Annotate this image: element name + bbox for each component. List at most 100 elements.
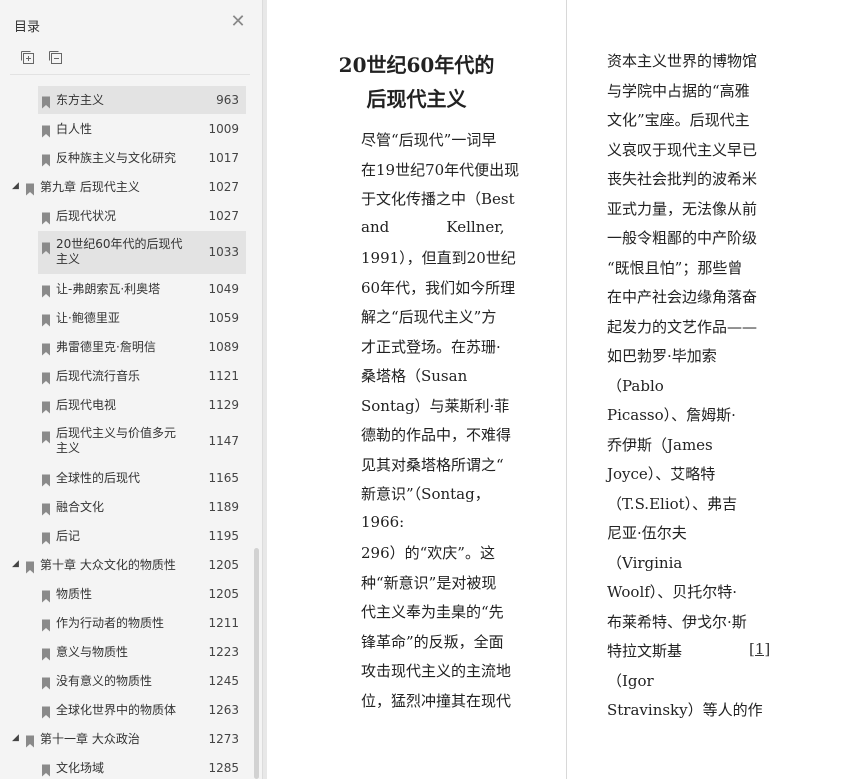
bookmark-icon — [41, 341, 53, 355]
toc-entry[interactable]: 全球化世界中的物质体 1263 — [0, 696, 250, 725]
toc-entry-label: 后现代电视 — [56, 397, 117, 412]
toc-page-number: 1263 — [208, 702, 239, 717]
toc-entry[interactable]: 物质性 1205 — [0, 580, 250, 609]
toc-entry[interactable]: 后记 1195 — [0, 522, 250, 551]
toc-page-number: 1285 — [208, 760, 239, 775]
toc-entry-label: 20世纪60年代的后现代 主义 — [56, 237, 183, 267]
toc-entry-label: 后现代流行音乐 — [56, 368, 141, 383]
toc-entry[interactable]: 意义与物质性 1223 — [0, 638, 250, 667]
expanded-caret-icon[interactable]: ◢ — [12, 733, 19, 743]
body-text-line: 种“新意识”是对被现 — [361, 573, 497, 592]
bookmark-icon — [41, 94, 53, 108]
body-text-line: 德勒的作品中，不难得 — [361, 426, 512, 444]
toc-entry[interactable]: 后现代电视 1129 — [0, 391, 250, 420]
book-page-right: 资本主义世界的博物馆 与学院中占据的“高雅 文化”宝座。后现代主 义哀叹于现代主义早已… — [567, 0, 857, 779]
toc-page-number: 1195 — [208, 528, 239, 543]
expanded-caret-icon[interactable]: ◢ — [12, 559, 19, 569]
body-text-line: Sontag）与莱斯利·菲 — [361, 396, 510, 415]
body-text-line: 桑塔格（Susan — [361, 367, 468, 385]
bookmark-icon — [41, 762, 53, 776]
toc-page-number: 1205 — [208, 586, 239, 601]
toc-entry[interactable]: 后现代主义与价值多元 主义 1147 — [0, 420, 250, 464]
toc-chapter[interactable]: ◢ 第九章 后现代主义 1027 — [0, 173, 250, 202]
toc-entry-label: 东方主义 — [56, 92, 105, 107]
toc-entry[interactable]: 没有意义的物质性 1245 — [0, 667, 250, 696]
toc-entry-label: 弗雷德里克·詹明信 — [56, 339, 156, 354]
body-text-line: 义哀叹于现代主义早已 — [607, 140, 758, 159]
toc-page-number: 1049 — [208, 281, 239, 296]
toc-page-number: 1089 — [208, 339, 239, 354]
body-text-line: 60年代，我们如今所理 — [361, 278, 516, 297]
toc-page-number: 1245 — [208, 673, 239, 688]
toc-entry[interactable]: 20世纪60年代的后现代 主义 1033 — [0, 231, 250, 275]
toc-entry-label: 后现代主义与价值多元 主义 — [56, 426, 176, 456]
footnote-link[interactable]: [1] — [749, 640, 770, 658]
body-text-line: and Kellner, — [361, 217, 505, 236]
expanded-caret-icon[interactable]: ◢ — [12, 181, 19, 191]
body-text-line: 一般令粗鄙的中产阶级 — [607, 229, 758, 247]
bookmark-icon — [41, 429, 53, 444]
body-text-line: 才正式登场。在苏珊· — [361, 337, 501, 356]
body-text-line: （T.S.Eliot）、弗吉 — [607, 494, 738, 513]
body-text-line: 丧失社会批判的波希米 — [607, 170, 758, 188]
bookmark-icon — [41, 283, 53, 297]
toc-entry-label: 反种族主义与文化研究 — [56, 150, 177, 165]
toc-entry-label: 第九章 后现代主义 — [40, 179, 140, 194]
body-text-line: “既恨且怕”；那些曾 — [607, 258, 743, 277]
toc-entry[interactable]: 弗雷德里克·詹明信 1089 — [0, 333, 250, 362]
toc-entry[interactable]: 后现代流行音乐 1121 — [0, 362, 250, 391]
toc-list: 东方主义 963 白人性 1009 反种族主义与文化研究 1017 ◢ 第九章 后现代主义 10… — [0, 0, 262, 779]
body-text-line: 在中产社会边缘角落奋 — [607, 288, 758, 306]
toc-entry-label: 全球性的后现代 — [56, 470, 141, 485]
bookmark-icon — [41, 123, 53, 137]
toc-entry[interactable]: 作为行动者的物质性 1211 — [0, 609, 250, 638]
toc-page-number: 1027 — [208, 208, 239, 223]
toc-page-number: 963 — [216, 92, 239, 107]
bookmark-icon — [41, 530, 53, 544]
body-text-line: 于文化传播之中（Best — [361, 190, 515, 208]
toc-entry-label: 第十章 大众文化的物质性 — [40, 557, 176, 572]
bookmark-icon — [41, 675, 53, 689]
bookmark-icon — [41, 588, 53, 602]
body-text-line: 1966: — [361, 512, 405, 531]
toc-page-number: 1273 — [208, 731, 239, 746]
toc-page-number: 1121 — [208, 368, 239, 383]
toc-scrollbar[interactable] — [254, 548, 259, 779]
body-text-line: Joyce）、艾略特 — [607, 465, 716, 483]
body-text-line: 攻击现代主义的主流地 — [361, 662, 512, 680]
toc-entry[interactable]: 融合文化 1189 — [0, 493, 250, 522]
toc-entry-label: 后现代状况 — [56, 208, 117, 223]
body-text-line: 解之“后现代主义”方 — [361, 308, 497, 326]
bookmark-icon — [41, 472, 53, 486]
body-text-line: （Pablo — [607, 376, 664, 395]
bookmark-icon — [25, 733, 37, 747]
toc-page-number: 1205 — [208, 557, 239, 572]
bookmark-icon — [41, 704, 53, 718]
toc-entry-label: 白人性 — [56, 121, 93, 136]
toc-entry[interactable]: 全球性的后现代 1165 — [0, 464, 250, 493]
toc-entry[interactable]: 让·鲍德里亚 1059 — [0, 304, 250, 333]
body-text-line: 在19世纪70年代便出现 — [361, 160, 520, 179]
toc-chapter[interactable]: ◢ 第十一章 大众政治 1273 — [0, 725, 250, 754]
toc-chapter[interactable]: ◢ 第十章 大众文化的物质性 1205 — [0, 551, 250, 580]
toc-page-number: 1027 — [208, 179, 239, 194]
toc-entry-label: 文化场域 — [56, 760, 105, 775]
toc-entry[interactable]: 反种族主义与文化研究 1017 — [0, 144, 250, 173]
toc-entry[interactable]: 让-弗朗索瓦·利奥塔 1049 — [0, 275, 250, 304]
toc-entry-label: 没有意义的物质性 — [56, 673, 153, 688]
bookmark-icon — [41, 152, 53, 166]
body-text-line: 尼亚·伍尔夫 — [607, 524, 687, 542]
toc-page-number: 1189 — [208, 499, 239, 514]
toc-entry[interactable]: 东方主义 963 — [0, 86, 250, 115]
bookmark-icon — [41, 240, 53, 255]
section-heading-line-2: 后现代主义 — [366, 87, 467, 111]
body-text-line: 亚式力量，无法像从前 — [607, 199, 758, 218]
body-text-line: 与学院中占据的“高雅 — [607, 81, 750, 100]
toc-entry-label: 后记 — [56, 528, 81, 543]
body-text-line: 代主义奉为圭臬的“先 — [361, 603, 504, 621]
toc-entry[interactable]: 后现代状况 1027 — [0, 202, 250, 231]
toc-entry-label: 作为行动者的物质性 — [56, 615, 165, 630]
body-text-line: 特拉文斯基 — [607, 642, 683, 660]
toc-entry[interactable]: 白人性 1009 — [0, 115, 250, 144]
body-text-line: Picasso）、詹姆斯· — [607, 406, 736, 424]
